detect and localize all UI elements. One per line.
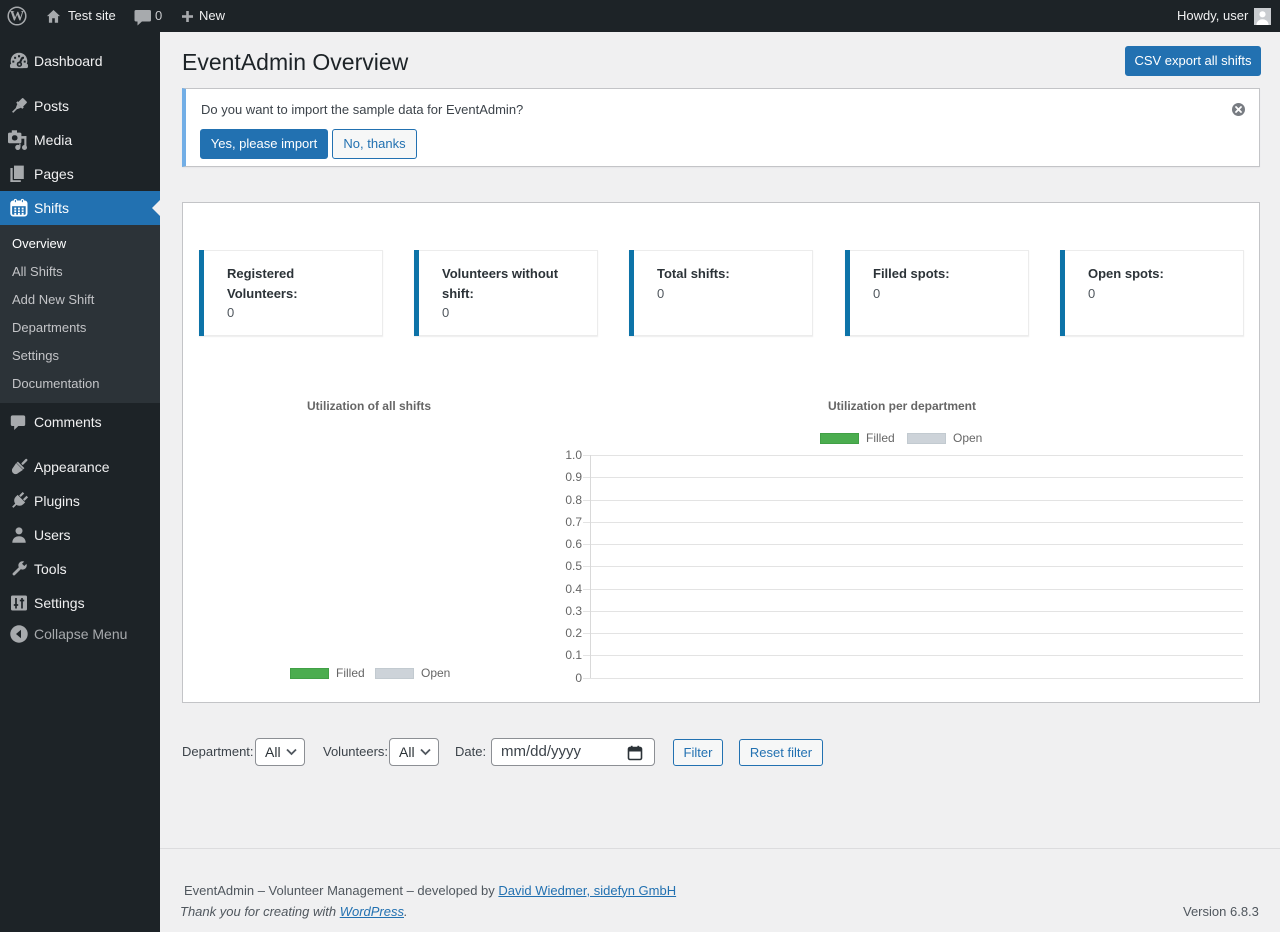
svg-text:W: W <box>10 9 25 25</box>
